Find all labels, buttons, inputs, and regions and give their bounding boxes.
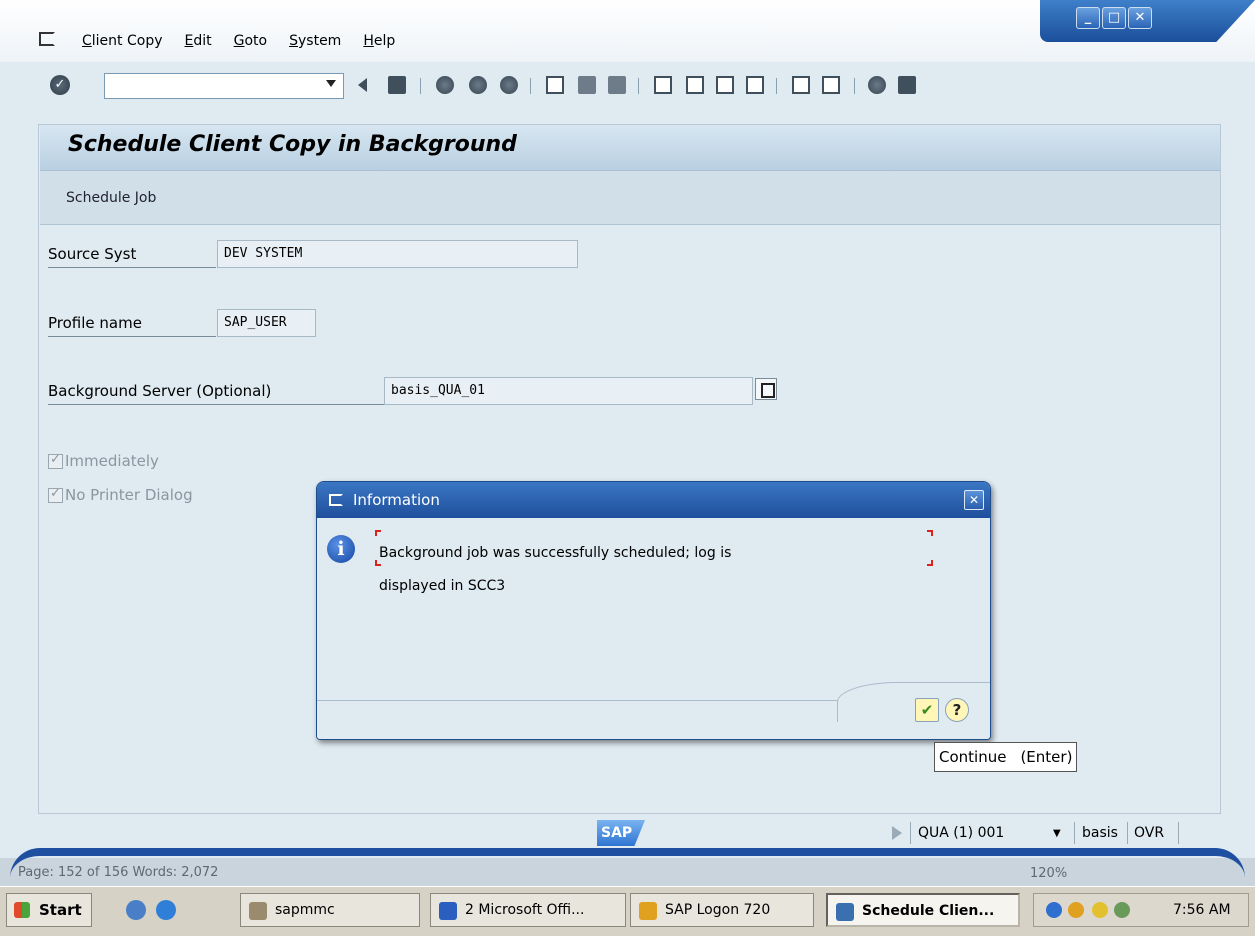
info-icon: i xyxy=(327,535,355,563)
dialog-message: Background job was successfully schedule… xyxy=(379,537,919,603)
toolbar-separator xyxy=(776,78,777,94)
insert-mode[interactable]: OVR xyxy=(1134,825,1164,841)
user-name: basis xyxy=(1082,825,1118,841)
sap-tray-icon[interactable] xyxy=(1068,902,1084,918)
toolbar-separator xyxy=(530,78,531,94)
previous-page-icon[interactable] xyxy=(686,76,704,94)
toolbar-separator xyxy=(420,78,421,94)
dialog-message-line: displayed in SCC3 xyxy=(379,578,506,594)
checkbox-box xyxy=(48,486,63,503)
toolbar-separator xyxy=(638,78,639,94)
taskbar-item-label: SAP Logon 720 xyxy=(665,902,771,918)
find-icon[interactable] xyxy=(578,76,596,94)
network-tray-icon[interactable] xyxy=(1114,902,1130,918)
application-toolbar xyxy=(40,171,1220,225)
dialog-menu-icon[interactable] xyxy=(329,494,343,506)
back-icon[interactable] xyxy=(436,76,454,94)
internet-explorer-icon[interactable] xyxy=(156,900,176,920)
menu-goto[interactable]: Goto xyxy=(234,33,267,49)
last-page-icon[interactable] xyxy=(746,76,764,94)
taskbar-item-label: sapmmc xyxy=(275,902,335,918)
first-page-icon[interactable] xyxy=(654,76,672,94)
security-shield-icon[interactable] xyxy=(1092,902,1108,918)
enter-icon[interactable]: ✓ xyxy=(50,75,70,95)
no-printer-dialog-label: No Printer Dialog xyxy=(65,486,193,504)
menu-edit[interactable]: Edit xyxy=(185,33,212,49)
exit-icon[interactable] xyxy=(469,76,487,94)
dialog-titlebar: Information ✕ xyxy=(317,482,990,518)
focus-corner xyxy=(927,530,933,536)
status-separator xyxy=(1074,822,1075,844)
shortcut-icon[interactable] xyxy=(822,76,840,94)
tooltip-shortcut: (Enter) xyxy=(1020,748,1073,766)
sap-window-icon xyxy=(836,903,854,921)
next-page-icon[interactable] xyxy=(716,76,734,94)
taskbar-item-microsoft-office[interactable]: 2 Microsoft Offi... xyxy=(430,893,626,927)
close-window-button[interactable]: ✕ xyxy=(1128,7,1152,29)
windows-logo-icon xyxy=(14,902,30,918)
taskbar-item-schedule-client[interactable]: Schedule Clien... xyxy=(826,893,1020,927)
immediately-checkbox: Immediately xyxy=(48,452,159,470)
sap-logon-icon xyxy=(639,902,657,920)
maximize-button[interactable]: □ xyxy=(1102,7,1126,29)
dialog-message-line: Background job was successfully schedule… xyxy=(379,545,732,561)
print-icon[interactable] xyxy=(546,76,564,94)
menu-client-copy[interactable]: Client Copy xyxy=(82,33,163,49)
system-info-dropdown-icon[interactable]: ▼ xyxy=(1053,828,1061,839)
help-button[interactable]: ? xyxy=(945,698,969,722)
help-icon[interactable] xyxy=(868,76,886,94)
find-next-icon[interactable] xyxy=(608,76,626,94)
background-server-label: Background Server (Optional) xyxy=(48,382,384,405)
source-system-label: Source Syst xyxy=(48,245,216,268)
dialog-title: Information xyxy=(353,491,440,509)
profile-name-label: Profile name xyxy=(48,314,216,337)
background-server-field[interactable]: basis_QUA_01 xyxy=(384,377,753,405)
new-session-icon[interactable] xyxy=(792,76,810,94)
information-dialog: Information ✕ i Background job was succe… xyxy=(316,481,991,740)
command-dropdown-icon[interactable] xyxy=(326,80,336,87)
focus-corner xyxy=(927,560,933,566)
word-page-count: Page: 152 of 156 Words: 2,072 xyxy=(18,865,219,880)
status-separator xyxy=(1127,822,1128,844)
status-separator xyxy=(1178,822,1179,844)
page-title: Schedule Client Copy in Background xyxy=(68,132,517,157)
taskbar-clock: 7:56 AM xyxy=(1173,902,1231,918)
toolbar-separator xyxy=(854,78,855,94)
quicklaunch-desktop-icon[interactable] xyxy=(126,900,146,920)
menu-help[interactable]: Help xyxy=(363,33,395,49)
no-printer-dialog-checkbox: No Printer Dialog xyxy=(48,486,193,504)
taskbar-item-sap-logon[interactable]: SAP Logon 720 xyxy=(630,893,814,927)
immediately-label: Immediately xyxy=(65,452,159,470)
cancel-icon[interactable] xyxy=(500,76,518,94)
source-system-field[interactable]: DEV SYSTEM xyxy=(217,240,578,268)
command-field[interactable] xyxy=(104,73,344,99)
taskbar-item-label: Schedule Clien... xyxy=(862,903,995,919)
continue-button[interactable]: ✔ xyxy=(915,698,939,722)
taskbar-item-label: 2 Microsoft Offi... xyxy=(465,902,585,918)
menubar: Client Copy Edit Goto System Help xyxy=(82,30,417,52)
system-menu-icon[interactable] xyxy=(39,32,55,46)
menu-system[interactable]: System xyxy=(289,33,341,49)
help-tray-icon[interactable] xyxy=(1046,902,1062,918)
profile-name-field[interactable]: SAP_USER xyxy=(217,309,316,337)
sapmmc-icon xyxy=(249,902,267,920)
layout-menu-icon[interactable] xyxy=(898,76,916,94)
word-icon xyxy=(439,902,457,920)
dialog-close-button[interactable]: ✕ xyxy=(964,490,984,510)
taskbar-item-sapmmc[interactable]: sapmmc xyxy=(240,893,420,927)
back-arrow-icon[interactable] xyxy=(358,78,367,92)
dialog-footer-curve xyxy=(837,682,990,722)
value-help-icon[interactable] xyxy=(755,378,777,400)
focus-corner xyxy=(375,530,381,536)
system-info[interactable]: QUA (1) 001 xyxy=(918,825,1004,841)
word-zoom-level: 120% xyxy=(1030,866,1068,881)
status-expand-icon[interactable] xyxy=(892,826,902,840)
continue-tooltip: Continue (Enter) xyxy=(934,742,1078,772)
save-icon[interactable] xyxy=(388,76,406,94)
tooltip-label: Continue xyxy=(939,748,1007,766)
status-separator xyxy=(910,822,911,844)
minimize-button[interactable]: _ xyxy=(1076,7,1100,29)
schedule-job-button[interactable]: Schedule Job xyxy=(66,190,156,206)
checkbox-box xyxy=(48,452,63,469)
